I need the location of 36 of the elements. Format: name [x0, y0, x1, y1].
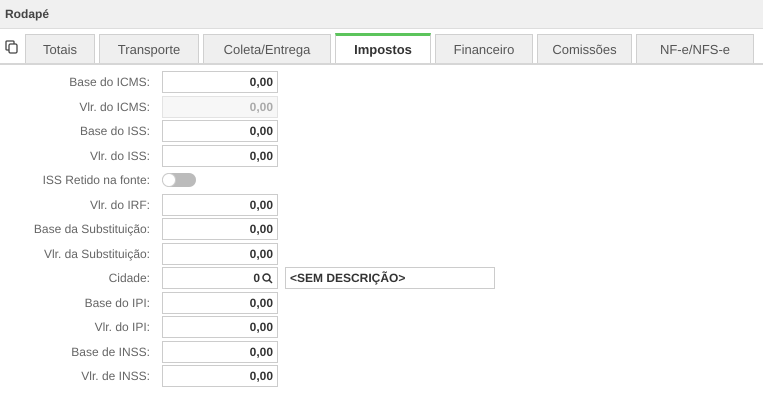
- number-field[interactable]: 0,00: [162, 340, 278, 363]
- field-label: Vlr. de INSS:: [80, 369, 150, 384]
- number-field[interactable]: 0,00: [162, 194, 278, 216]
- number-field[interactable]: 0,00: [162, 120, 278, 142]
- number-field[interactable]: 0,00: [162, 292, 278, 314]
- toggle-switch[interactable]: [162, 173, 196, 188]
- tab[interactable]: Transporte: [99, 34, 199, 63]
- number-field[interactable]: 0,00: [162, 316, 278, 338]
- panel-title: Rodapé: [5, 7, 50, 21]
- number-field[interactable]: 0,00: [162, 365, 278, 388]
- tab[interactable]: Financeiro: [435, 34, 533, 63]
- number-field[interactable]: 0,00: [162, 218, 278, 240]
- field-label: Base do ICMS:: [68, 75, 150, 90]
- tab[interactable]: Impostos: [335, 33, 431, 63]
- tab[interactable]: Comissões: [537, 34, 632, 63]
- field-label: Vlr. do IPI:: [94, 320, 150, 334]
- tab[interactable]: Totais: [25, 34, 95, 63]
- field-label: ISS Retido na fonte:: [42, 173, 150, 188]
- number-field[interactable]: 0,00: [162, 242, 278, 265]
- field-label: Base de INSS:: [70, 344, 150, 359]
- field-label: Base do ISS:: [78, 124, 150, 138]
- field-label: Base da Substituição:: [32, 222, 150, 236]
- tab[interactable]: NF-e/NFS-e: [636, 34, 754, 63]
- copy-icon[interactable]: [5, 40, 18, 54]
- field-label: Vlr. do ICMS:: [78, 100, 150, 114]
- search-icon[interactable]: [262, 272, 273, 284]
- lookup-field[interactable]: 0: [162, 267, 278, 290]
- field-label: Vlr. da Substituição:: [42, 246, 150, 261]
- field-label: Base do IPI:: [84, 296, 150, 310]
- tab[interactable]: Coleta/Entrega: [203, 34, 331, 63]
- field-label: Cidade:: [108, 271, 150, 286]
- number-field[interactable]: 0,00: [162, 144, 278, 167]
- description-field: <SEM DESCRIÇÃO>: [285, 267, 495, 290]
- field-label: Vlr. do IRF:: [88, 198, 150, 212]
- field-label: Vlr. do ISS:: [88, 148, 150, 163]
- number-field[interactable]: 0,00: [162, 71, 278, 94]
